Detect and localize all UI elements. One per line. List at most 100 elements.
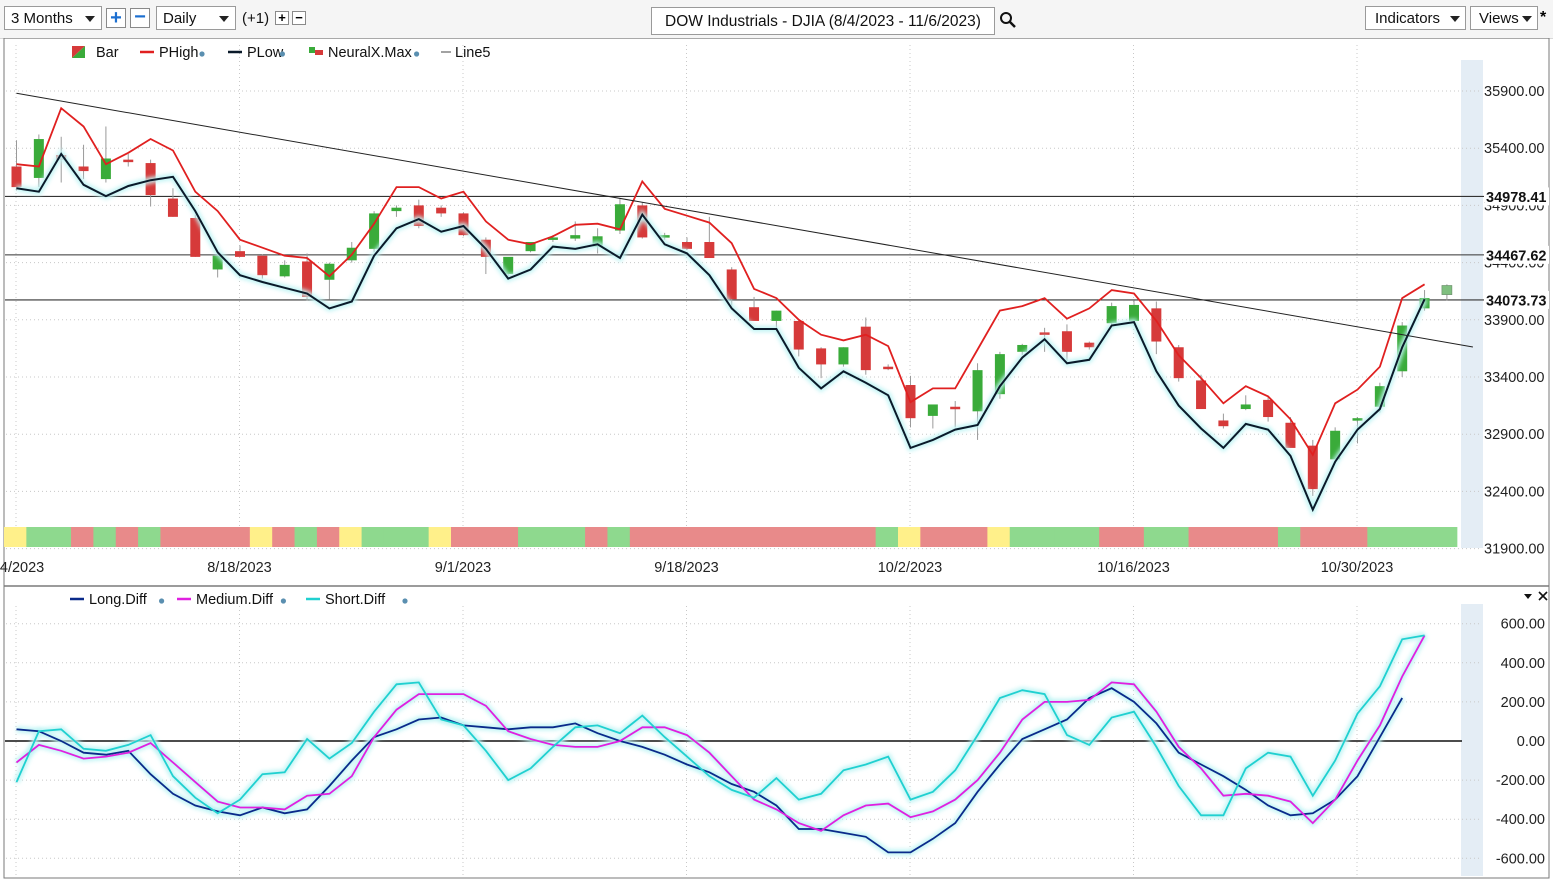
signal-cell [451, 527, 474, 547]
legend-label: NeuralX.Max [328, 45, 413, 61]
close-icon[interactable] [1538, 591, 1548, 601]
oscillator-tick-label: -600.00 [1496, 851, 1545, 867]
signal-cell [741, 527, 765, 547]
legend-dot [159, 598, 165, 604]
signal-cell [629, 527, 653, 547]
signal-cell [965, 527, 988, 547]
legend-label: Long.Diff [89, 592, 148, 608]
candle [391, 207, 402, 212]
line-label: 34467.62 [1486, 248, 1546, 264]
candle [1173, 347, 1184, 379]
pin-button[interactable]: * [1540, 9, 1546, 27]
date-label: 9/18/2023 [654, 560, 719, 576]
signal-cell [361, 527, 385, 547]
offset-plus-button[interactable]: + [275, 11, 289, 25]
period-select[interactable]: Daily [156, 6, 236, 30]
candle [257, 255, 268, 276]
oscillator-axis: 600.00 400.00 200.00 0.00 -200.00 -400.00 -600… [1496, 617, 1545, 868]
zoom-in-button[interactable]: + [106, 8, 126, 28]
signal-cell [808, 527, 832, 547]
date-axis: 8/4/2023 8/18/2023 9/1/2023 9/18/2023 10/2/2… [0, 560, 1393, 576]
candle [883, 366, 894, 370]
legend-dot [414, 51, 420, 57]
signal-cell [138, 527, 162, 547]
trendline[interactable] [16, 92, 1473, 348]
legend-dot [402, 598, 408, 604]
candle [793, 320, 804, 350]
signal-cell [585, 527, 609, 547]
symbol-title-box[interactable]: DOW Industrials - DJIA (8/4/2023 - 11/6/… [651, 7, 995, 35]
search-icon[interactable] [999, 11, 1017, 29]
signal-cell [830, 527, 854, 547]
legend-label: PLow [247, 45, 284, 61]
offset-minus-button[interactable]: − [292, 11, 306, 25]
candle [704, 242, 715, 259]
candle [570, 235, 581, 239]
zoom-out-button[interactable]: − [130, 7, 150, 28]
signal-cell [1054, 527, 1078, 547]
series-glow [16, 684, 1405, 856]
indicators-button[interactable]: Indicators [1365, 6, 1466, 30]
indicators-label: Indicators [1375, 10, 1441, 27]
candle [1084, 342, 1095, 348]
chart-area: 35900.0035400.0034900.0034400.0033900.00… [0, 38, 1550, 879]
signal-cell [942, 527, 966, 547]
candle [235, 251, 245, 257]
range-select[interactable]: 3 Months [4, 6, 102, 30]
range-select-value: 3 Months [11, 10, 73, 27]
candle [1352, 418, 1363, 421]
candle [167, 198, 178, 217]
line-label: 34978.41 [1486, 190, 1546, 206]
chevron-down-icon [219, 16, 229, 22]
signal-cell [1143, 527, 1167, 547]
price-tick-label: 35900.00 [1484, 84, 1544, 100]
signal-cell [1255, 527, 1279, 547]
signal-cell [316, 527, 340, 547]
signal-cell [294, 527, 318, 547]
signal-cell [1300, 527, 1324, 547]
signal-cell [383, 527, 407, 547]
plow-line [16, 152, 1426, 513]
signal-cell [71, 527, 94, 547]
signal-cell [26, 527, 50, 547]
price-tick-label: 33900.00 [1484, 313, 1544, 329]
date-label: 8/18/2023 [207, 560, 272, 576]
signal-cell [339, 527, 363, 547]
signal-cell [428, 527, 452, 547]
oscillator-lines [13, 632, 1428, 856]
signal-cell [875, 527, 899, 547]
candle [1061, 331, 1072, 352]
oscillator-tick-label: -400.00 [1496, 812, 1545, 828]
signal-cell [1166, 527, 1190, 547]
signal-cell [652, 527, 676, 547]
candle [123, 159, 134, 163]
candle [1307, 445, 1318, 490]
views-button[interactable]: Views [1470, 6, 1538, 30]
candle [1017, 344, 1028, 352]
price-tick-label: 32900.00 [1484, 427, 1544, 443]
price-tick-label: 35400.00 [1484, 141, 1544, 157]
signal-cell [1188, 527, 1212, 547]
series-glow [13, 632, 1426, 819]
signal-cell [898, 527, 921, 547]
candle [726, 269, 737, 300]
signal-cell [1434, 527, 1458, 547]
price-legend: Bar PHigh PLow NeuralX.Max Line5 [72, 45, 490, 61]
candle [1106, 306, 1117, 324]
date-label: 8/4/2023 [0, 560, 44, 576]
candle [1441, 285, 1453, 295]
candle [927, 404, 938, 416]
legend-dot [199, 51, 205, 57]
candle [436, 207, 447, 214]
horizontal-line-labels: 34978.41 34467.62 34073.73 [1485, 187, 1549, 309]
candle [816, 348, 827, 365]
panel-menu-icon[interactable] [1524, 594, 1532, 599]
signal-cell [853, 527, 877, 547]
signal-cell [1076, 527, 1100, 547]
candle [682, 242, 692, 249]
signal-cell [987, 527, 1011, 547]
signal-cell [4, 527, 27, 547]
candle [614, 204, 625, 231]
signal-cell [1345, 527, 1368, 547]
candle [950, 406, 961, 410]
